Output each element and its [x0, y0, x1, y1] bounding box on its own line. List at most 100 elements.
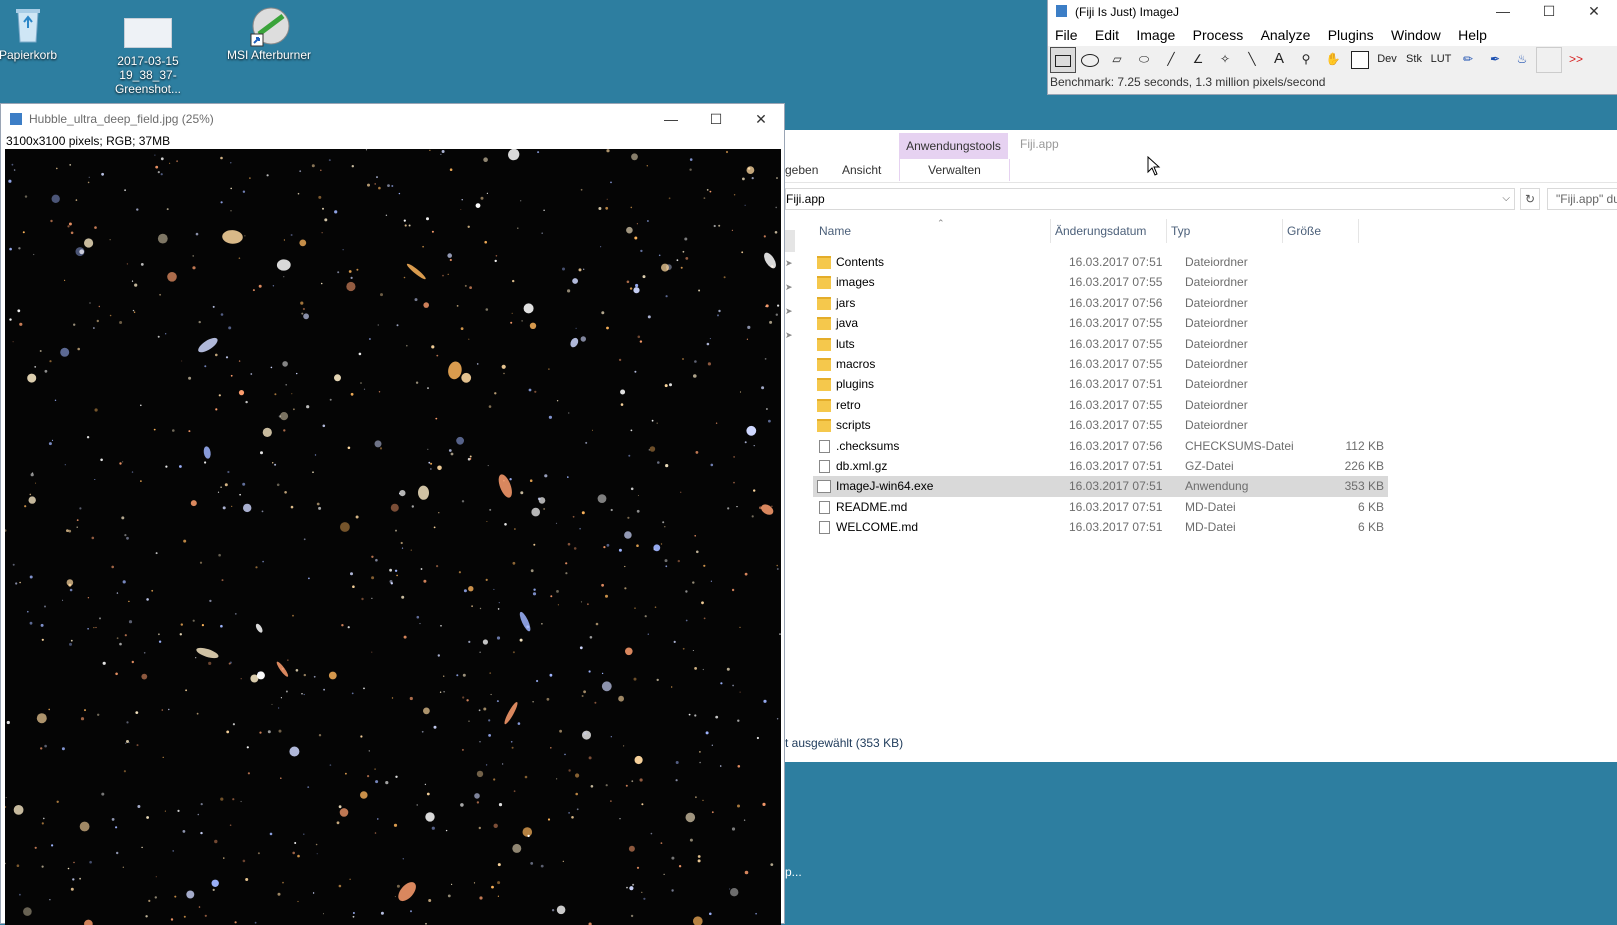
menu-plugins[interactable]: Plugins [1321, 24, 1381, 46]
maximize-button[interactable]: ☐ [1526, 0, 1572, 22]
galaxy-dot [637, 223, 638, 224]
title-bar[interactable]: Hubble_ultra_deep_field.jpg (25%) — ☐ ✕ [1, 104, 784, 134]
ribbon-tab-ansicht[interactable]: Ansicht [842, 159, 881, 181]
galaxy-dot [15, 582, 17, 584]
wand-tool[interactable]: ╲ [1239, 47, 1265, 73]
hand-tool[interactable]: ✋ [1320, 47, 1346, 73]
file-row[interactable]: ImageJ-win64.exe16.03.2017 07:51Anwendun… [813, 476, 1388, 497]
galaxy-dot [696, 551, 699, 554]
desktop-icon-msi-afterburner[interactable]: MSI Afterburner [224, 4, 314, 62]
minimize-button[interactable]: — [1480, 0, 1526, 22]
polygon-tool[interactable]: ▱ [1104, 47, 1130, 73]
file-row[interactable]: images16.03.2017 07:55Dateiordner [813, 272, 1388, 293]
chevron-down-icon[interactable]: ⌵ [1502, 189, 1510, 209]
text-tool[interactable]: A [1266, 47, 1292, 73]
desktop-icon-papierkorb[interactable]: Papierkorb [0, 4, 73, 62]
freehand-tool[interactable]: ⬭ [1131, 47, 1157, 73]
nav-scroll-indicator[interactable] [785, 230, 795, 252]
ribbon-tab-freigeben[interactable]: geben [785, 159, 818, 181]
pin-icon[interactable]: ➤ [785, 306, 793, 317]
menu-process[interactable]: Process [1186, 24, 1251, 46]
oval-tool[interactable] [1077, 47, 1103, 73]
stk-menu-tool[interactable]: Stk [1401, 47, 1427, 73]
maximize-button[interactable]: ☐ [693, 104, 739, 134]
file-row[interactable]: luts16.03.2017 07:55Dateiordner [813, 334, 1388, 355]
rectangle-tool[interactable] [1050, 47, 1076, 73]
file-row[interactable]: jars16.03.2017 07:56Dateiordner [813, 293, 1388, 314]
blank-tool[interactable] [1536, 47, 1562, 73]
file-row[interactable]: db.xml.gz16.03.2017 07:51GZ-Datei226 KB [813, 456, 1388, 477]
galaxy-dot [97, 320, 99, 322]
file-row[interactable]: scripts16.03.2017 07:55Dateiordner [813, 415, 1388, 436]
minimize-button[interactable]: — [648, 104, 694, 134]
menu-analyze[interactable]: Analyze [1254, 24, 1318, 46]
galaxy-dot [483, 157, 488, 162]
image-window[interactable]: Hubble_ultra_deep_field.jpg (25%) — ☐ ✕ … [0, 103, 785, 924]
file-type: Dateiordner [1185, 252, 1248, 273]
galaxy-dot [732, 685, 734, 687]
menu-file[interactable]: File [1048, 24, 1085, 46]
line-tool[interactable]: ╱ [1158, 47, 1184, 73]
file-row[interactable]: README.md16.03.2017 07:51MD-Datei6 KB [813, 497, 1388, 518]
pin-icon[interactable]: ➤ [785, 258, 793, 269]
close-button[interactable]: ✕ [1571, 0, 1617, 22]
column-header-size[interactable]: Größe [1283, 219, 1359, 243]
galaxy-dot [493, 589, 494, 590]
file-row[interactable]: WELCOME.md16.03.2017 07:51MD-Datei6 KB [813, 517, 1388, 538]
flood-fill-tool[interactable]: ♨ [1509, 47, 1535, 73]
color-picker-tool[interactable] [1347, 47, 1373, 73]
galaxy-dot [220, 487, 221, 488]
brush-tool[interactable]: ✒ [1482, 47, 1508, 73]
magnifier-tool[interactable]: ⚲ [1293, 47, 1319, 73]
galaxy-dot [428, 462, 430, 464]
galaxy-dot [699, 762, 701, 764]
ribbon-context-tab[interactable]: Anwendungstools [899, 133, 1008, 159]
pin-icon[interactable]: ➤ [785, 330, 793, 341]
column-header-name[interactable]: Name ⌃ [815, 219, 1051, 243]
galaxy-dot [708, 362, 711, 365]
galaxy-dot [284, 491, 287, 494]
background-window-fragment[interactable]: p... [785, 762, 1617, 924]
close-button[interactable]: ✕ [738, 104, 784, 134]
galaxy-dot [776, 565, 778, 567]
galaxy-dot [377, 818, 378, 819]
pencil-tool[interactable]: ✏ [1455, 47, 1481, 73]
angle-tool[interactable]: ∠ [1185, 47, 1211, 73]
menu-edit[interactable]: Edit [1088, 24, 1126, 46]
galaxy-dot [49, 899, 50, 900]
galaxy-dot [218, 492, 219, 493]
lut-menu-tool[interactable]: LUT [1428, 47, 1454, 73]
title-bar[interactable]: (Fiji Is Just) ImageJ — ☐ ✕ [1048, 0, 1617, 24]
address-bar[interactable]: Fiji.app ⌵ [785, 188, 1515, 210]
galaxy-dot [89, 302, 90, 303]
ribbon-tab-verwalten[interactable]: Verwalten [899, 159, 1010, 181]
galaxy-dot [592, 430, 593, 431]
galaxy-dot [690, 158, 693, 161]
galaxy-dot [351, 277, 353, 279]
menu-help[interactable]: Help [1451, 24, 1494, 46]
file-row[interactable]: retro16.03.2017 07:55Dateiordner [813, 395, 1388, 416]
refresh-button[interactable]: ↻ [1520, 188, 1540, 210]
galaxy-dot [281, 697, 282, 698]
column-header-date[interactable]: Änderungsdatum [1051, 219, 1167, 243]
galaxy-dot [55, 400, 56, 401]
file-row[interactable]: plugins16.03.2017 07:51Dateiordner [813, 374, 1388, 395]
menu-window[interactable]: Window [1384, 24, 1448, 46]
galaxy-dot [714, 225, 716, 227]
pin-icon[interactable]: ➤ [785, 282, 793, 293]
image-canvas[interactable] [5, 149, 781, 925]
file-row[interactable]: macros16.03.2017 07:55Dateiordner [813, 354, 1388, 375]
search-input[interactable]: "Fiji.app" durchsuchen [1547, 188, 1617, 210]
file-row[interactable]: java16.03.2017 07:55Dateiordner [813, 313, 1388, 334]
desktop-icon-greenshot[interactable]: 2017-03-15 19_38_37-Greenshot... [103, 18, 193, 96]
point-tool[interactable]: ✧ [1212, 47, 1238, 73]
dev-menu-tool[interactable]: Dev [1374, 47, 1400, 73]
file-row[interactable]: Contents16.03.2017 07:51Dateiordner [813, 252, 1388, 273]
menu-image[interactable]: Image [1129, 24, 1182, 46]
galaxy-dot [601, 584, 604, 587]
galaxy-dot [299, 240, 306, 247]
column-header-type[interactable]: Typ [1167, 219, 1283, 243]
file-row[interactable]: .checksums16.03.2017 07:56CHECKSUMS-Date… [813, 436, 1388, 457]
more-tools-button[interactable]: >> [1563, 47, 1589, 73]
file-name: README.md [836, 497, 907, 518]
